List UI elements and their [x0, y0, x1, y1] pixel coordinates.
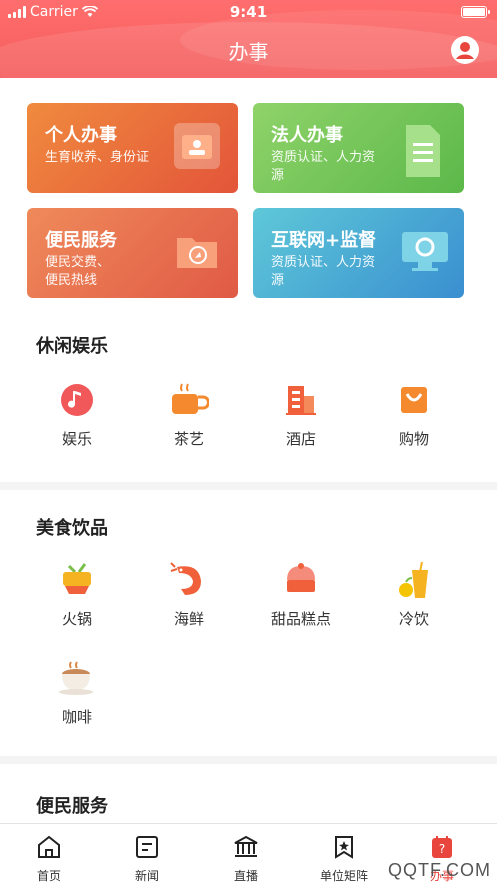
food-section: 美食饮品 火锅 海鲜 甜品糕点 冷饮 咖啡: [0, 490, 497, 756]
service-tiles: 个人办事 生育收养、身份证 法人办事 资质认证、人力资源 便民服务 便民交费、便…: [27, 103, 464, 299]
tile-subtitle: 资质认证、人力资源: [271, 255, 376, 288]
food-icon-row: 咖啡: [0, 658, 497, 738]
tile-title: 个人办事: [45, 125, 117, 146]
tile-title: 便民服务: [45, 230, 117, 251]
battery-icon: [461, 6, 490, 18]
tile-subtitle: 资质认证、人力资源: [271, 150, 376, 183]
user-icon: [452, 37, 478, 63]
food-icon-row: 火锅 海鲜 甜品糕点 冷饮: [0, 560, 497, 640]
food-item-desserts[interactable]: 甜品糕点: [251, 560, 351, 629]
tile-title: 法人办事: [271, 125, 343, 146]
service-icon: ?: [432, 836, 452, 858]
food-item-label: 甜品糕点: [270, 610, 331, 628]
tab-label: 直播: [233, 869, 258, 883]
document-icon: [400, 123, 446, 177]
food-item-label: 冷饮: [398, 610, 429, 628]
convenience-section: 便民服务: [0, 764, 497, 823]
food-item-label: 海鲜: [173, 610, 204, 628]
live-icon: [234, 835, 258, 857]
monitor-icon: [400, 228, 448, 274]
leisure-item-label: 购物: [398, 430, 429, 448]
leisure-item-shopping[interactable]: 购物: [364, 380, 464, 449]
app-header: Carrier 9:41 办事: [0, 0, 497, 78]
tab-label: 单位矩阵: [319, 869, 368, 883]
svg-text:?: ?: [439, 842, 445, 856]
tab-label: 新闻: [134, 869, 159, 883]
food-item-hotpot[interactable]: 火锅: [27, 560, 127, 629]
food-item-label: 咖啡: [61, 708, 92, 726]
tile-internet-supervision[interactable]: 互联网+监督 资质认证、人力资源: [253, 208, 464, 298]
main-content: 个人办事 生育收养、身份证 法人办事 资质认证、人力资源 便民服务 便民交费、便…: [0, 78, 497, 823]
matrix-icon: [335, 836, 353, 859]
section-title-food: 美食饮品: [36, 518, 108, 539]
hotpot-icon: [57, 560, 97, 600]
status-bar: Carrier 9:41: [0, 0, 497, 24]
leisure-icon-row: 娱乐 茶艺 酒店 购物: [0, 380, 497, 460]
section-title-convenience: 便民服务: [36, 796, 108, 817]
food-item-coffee[interactable]: 咖啡: [27, 658, 127, 727]
tab-live[interactable]: 直播: [211, 834, 281, 883]
hotel-building-icon: [281, 380, 321, 420]
leisure-item-entertainment[interactable]: 娱乐: [27, 380, 127, 449]
tile-convenience-services[interactable]: 便民服务 便民交费、便民热线: [27, 208, 238, 298]
services-section: 个人办事 生育收养、身份证 法人办事 资质认证、人力资源 便民服务 便民交费、便…: [0, 78, 497, 482]
section-title-leisure: 休闲娱乐: [36, 336, 108, 357]
tile-title: 互联网+监督: [271, 230, 377, 251]
food-item-cold-drinks[interactable]: 冷饮: [364, 560, 464, 629]
user-profile-button[interactable]: [451, 36, 479, 64]
tab-news[interactable]: 新闻: [112, 834, 182, 883]
tile-corporate-affairs[interactable]: 法人办事 资质认证、人力资源: [253, 103, 464, 193]
leisure-item-label: 酒店: [285, 430, 316, 448]
home-icon: [38, 835, 60, 858]
shrimp-icon: [169, 560, 209, 600]
id-card-icon: [174, 123, 220, 169]
food-item-seafood[interactable]: 海鲜: [139, 560, 239, 629]
coffee-icon: [57, 658, 97, 698]
folder-icon: [174, 228, 220, 274]
clock: 9:41: [229, 3, 268, 21]
shopping-bag-icon: [394, 380, 434, 420]
tile-subtitle: 生育收养、身份证: [45, 150, 150, 165]
cake-icon: [281, 560, 321, 600]
tile-personal-affairs[interactable]: 个人办事 生育收养、身份证: [27, 103, 238, 193]
news-icon: [136, 836, 158, 858]
tea-cup-icon: [169, 380, 209, 420]
tile-subtitle: 便民交费、便民热线: [45, 255, 111, 288]
leisure-item-hotel[interactable]: 酒店: [251, 380, 351, 449]
music-icon: [57, 380, 97, 420]
leisure-item-label: 茶艺: [173, 430, 204, 448]
page-title: 办事: [228, 40, 269, 64]
leisure-item-label: 娱乐: [61, 430, 92, 448]
food-item-label: 火锅: [61, 610, 92, 628]
watermark: QQTF.COM: [388, 860, 491, 880]
tab-label: 首页: [36, 869, 61, 883]
tab-unit-matrix[interactable]: 单位矩阵: [309, 834, 379, 883]
tab-home[interactable]: 首页: [14, 834, 84, 883]
leisure-item-tea[interactable]: 茶艺: [139, 380, 239, 449]
cold-drink-icon: [394, 560, 434, 600]
